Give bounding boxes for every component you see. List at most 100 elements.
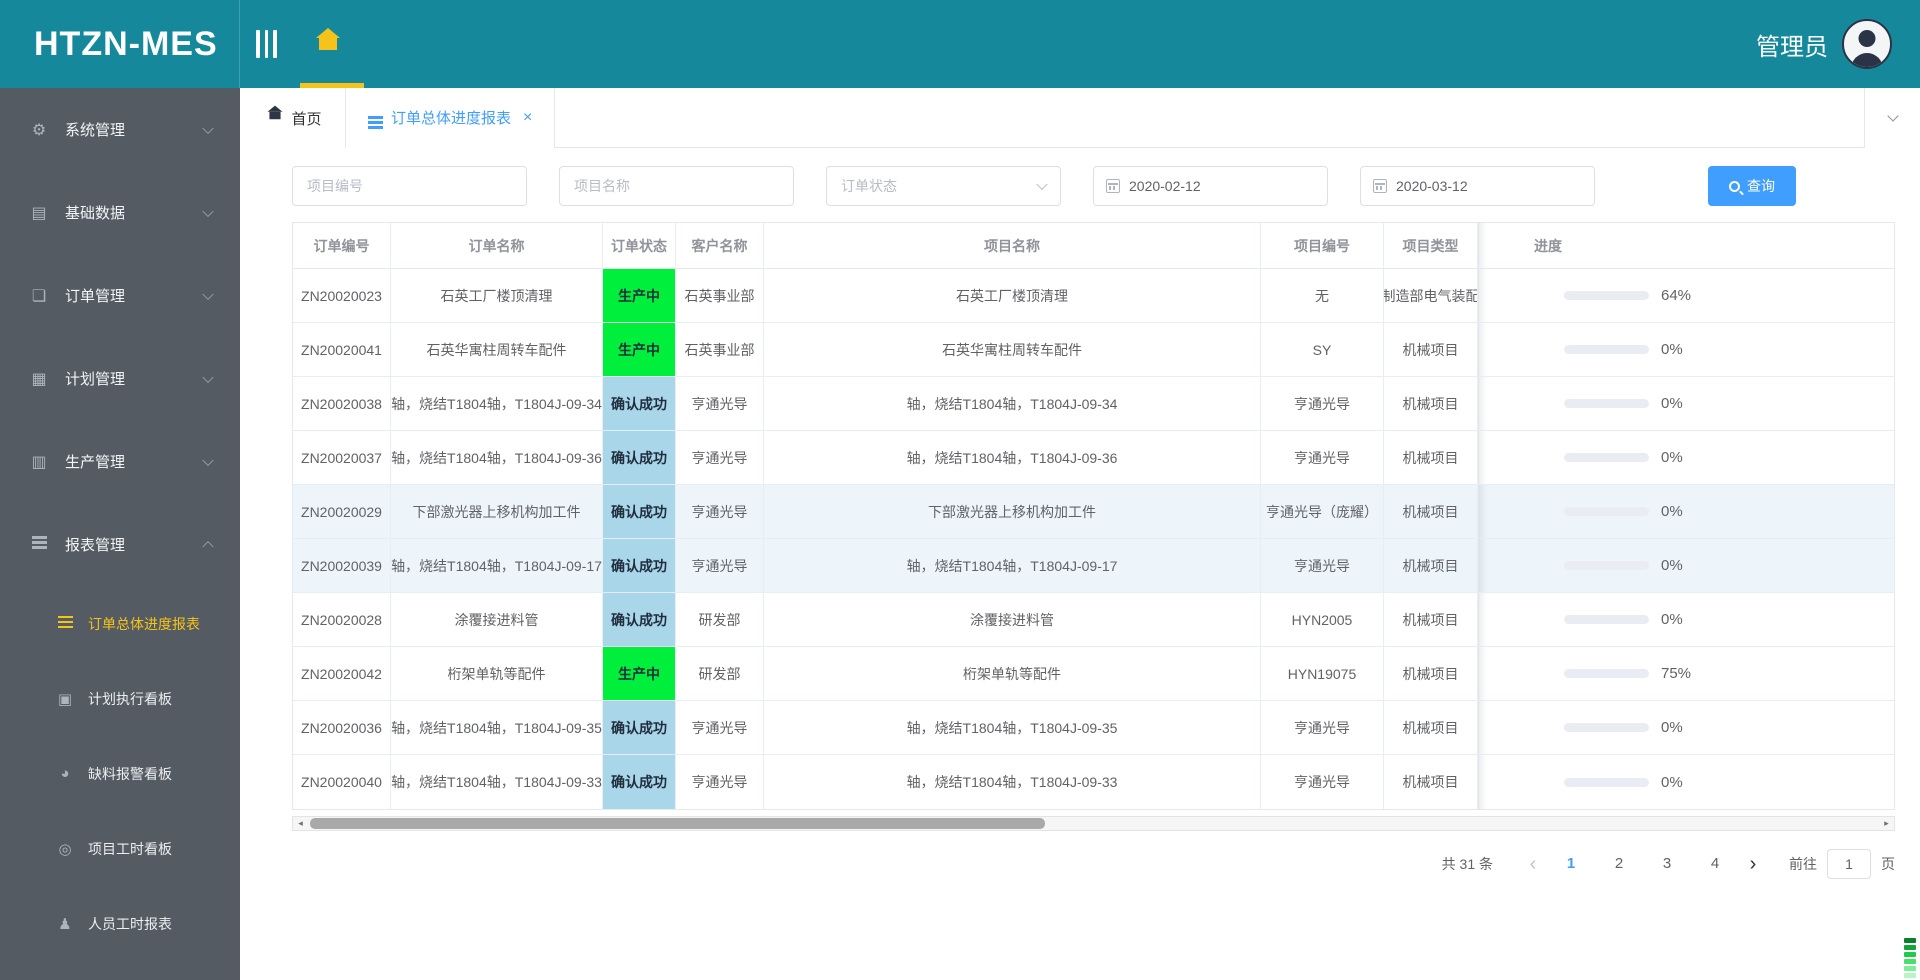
- sidebar-item-2[interactable]: ❏ 订单管理: [0, 254, 240, 337]
- scrollbar-thumb[interactable]: [310, 818, 1045, 829]
- column-header-0: 订单编号: [293, 223, 391, 268]
- page-number-3[interactable]: 3: [1649, 849, 1685, 879]
- progress-percent-label: 0%: [1661, 449, 1683, 466]
- table-row-8[interactable]: ZN20020036 轴，烧结T1804轴，T1804J-09-35 确认成功 亨通光…: [293, 701, 1894, 755]
- person-icon: ♟: [58, 915, 72, 933]
- table-row-9[interactable]: ZN20020040 轴，烧结T1804轴，T1804J-09-33 确认成功 亨通光…: [293, 755, 1894, 809]
- page-unit-label: 页: [1881, 856, 1895, 872]
- cell-customer: 研发部: [676, 593, 764, 646]
- goto-page-input[interactable]: [1827, 849, 1871, 879]
- cell-project_name: 轴，烧结T1804轴，T1804J-09-17: [764, 539, 1261, 592]
- sidebar-item-5[interactable]: 报表管理: [0, 503, 240, 586]
- sidebar-subitem-2[interactable]: ◕ 缺料报警看板: [0, 736, 240, 811]
- page-number-2[interactable]: 2: [1601, 849, 1637, 879]
- cell-project_no: 亨通光导: [1261, 755, 1384, 809]
- table-row-1[interactable]: ZN20020041 石英华寓柱周转车配件 生产中 石英事业部 石英华寓柱周转车配件 SY…: [293, 323, 1894, 377]
- sidebar-item-3[interactable]: ▦ 计划管理: [0, 337, 240, 420]
- sidebar-subitem-1[interactable]: ▣ 计划执行看板: [0, 661, 240, 736]
- table-row-2[interactable]: ZN20020038 轴，烧结T1804轴，T1804J-09-34 确认成功 亨通光…: [293, 377, 1894, 431]
- clock-icon: ◎: [58, 840, 72, 858]
- cell-project_name: 石英工厂楼顶清理: [764, 269, 1261, 322]
- cell-project_name: 轴，烧结T1804轴，T1804J-09-36: [764, 431, 1261, 484]
- gear-icon: ⚙: [31, 121, 47, 139]
- cell-project_name: 下部激光器上移机构加工件: [764, 485, 1261, 538]
- table-row-4[interactable]: ZN20020029 下部激光器上移机构加工件 确认成功 亨通光导 下部激光器上移机构加…: [293, 485, 1894, 539]
- status-badge: 生产中: [603, 323, 676, 376]
- cell-project_no: HYN2005: [1261, 593, 1384, 646]
- menu-bars-icon: [30, 536, 48, 554]
- scroll-right-arrow-icon[interactable]: ▸: [1879, 817, 1894, 830]
- column-header-6: 项目类型: [1384, 223, 1478, 268]
- project-name-input[interactable]: [559, 166, 794, 206]
- column-header-2: 订单状态: [603, 223, 676, 268]
- progress-bar: [1564, 723, 1649, 732]
- table-row-5[interactable]: ZN20020039 轴，烧结T1804轴，T1804J-09-17 确认成功 亨通光…: [293, 539, 1894, 593]
- sidebar-item-0[interactable]: ⚙ 系统管理: [0, 88, 240, 171]
- sidebar-collapse-icon[interactable]: [256, 30, 282, 58]
- level-meter-widget: [1904, 938, 1916, 978]
- progress-cell: 64%: [1478, 269, 1895, 322]
- cell-project_type: 机械项目: [1384, 539, 1478, 592]
- tab-list-dropdown-button[interactable]: [1864, 88, 1920, 148]
- table-row-0[interactable]: ZN20020023 石英工厂楼顶清理 生产中 石英事业部 石英工厂楼顶清理无制造部电气…: [293, 269, 1894, 323]
- sidebar-item-4[interactable]: ▥ 生产管理: [0, 420, 240, 503]
- progress-cell: 75%: [1478, 647, 1895, 700]
- order-status-select[interactable]: 订单状态: [826, 166, 1061, 206]
- chevron-down-icon: [202, 205, 214, 217]
- scroll-left-arrow-icon[interactable]: ◂: [293, 817, 308, 830]
- scrollbar-track[interactable]: [308, 817, 1879, 830]
- cell-customer: 亨通光导: [676, 485, 764, 538]
- progress-cell: 0%: [1478, 593, 1895, 646]
- tab-home[interactable]: 首页: [240, 88, 346, 148]
- pagination: 共 31 条 ‹ 1234 › 前往 页: [1442, 844, 1895, 884]
- page-number-1[interactable]: 1: [1553, 849, 1589, 879]
- table-row-6[interactable]: ZN20020028 涂覆接进料管 确认成功 研发部 涂覆接进料管 HYN2005 机械项目…: [293, 593, 1894, 647]
- cell-order_no: ZN20020039: [293, 539, 391, 592]
- home-icon: [316, 28, 340, 58]
- user-avatar[interactable]: [1842, 19, 1892, 69]
- sidebar-subitem-4[interactable]: ♟ 人员工时报表: [0, 886, 240, 961]
- progress-bar: [1564, 615, 1649, 624]
- sidebar-subitem-0[interactable]: 订单总体进度报表: [0, 586, 240, 661]
- page-number-4[interactable]: 4: [1697, 849, 1733, 879]
- table-horizontal-scrollbar[interactable]: ◂ ▸: [292, 816, 1895, 831]
- cell-order_no: ZN20020037: [293, 431, 391, 484]
- sidebar-subitem-3[interactable]: ◎ 项目工时看板: [0, 811, 240, 886]
- progress-percent-label: 0%: [1661, 719, 1683, 736]
- cell-customer: 石英事业部: [676, 323, 764, 376]
- pagination-pages: 1234: [1547, 849, 1739, 879]
- cell-customer: 亨通光导: [676, 431, 764, 484]
- date-from-value: 2020-02-12: [1129, 178, 1201, 194]
- status-badge: 确认成功: [603, 539, 676, 592]
- search-button[interactable]: 查询: [1708, 166, 1796, 206]
- cell-order_name: 轴，烧结T1804轴，T1804J-09-33: [391, 755, 603, 809]
- sidebar-item-1[interactable]: ▤ 基础数据: [0, 171, 240, 254]
- cell-customer: 研发部: [676, 647, 764, 700]
- app-logo-text: HTZN-MES: [34, 24, 218, 63]
- chevron-down-icon: [1886, 110, 1899, 122]
- search-icon: [1729, 180, 1740, 192]
- cell-project_type: 机械项目: [1384, 431, 1478, 484]
- cell-customer: 亨通光导: [676, 701, 764, 754]
- sidebar-subitem-label: 人员工时报表: [88, 915, 172, 932]
- column-header-3: 客户名称: [676, 223, 764, 268]
- pagination-next-button[interactable]: ›: [1739, 853, 1767, 876]
- progress-percent-label: 75%: [1661, 665, 1692, 682]
- progress-percent-label: 64%: [1661, 287, 1692, 304]
- project-no-input[interactable]: [292, 166, 527, 206]
- table-row-7[interactable]: ZN20020042 桁架单轨等配件 生产中 研发部 桁架单轨等配件 HYN19075 机械…: [293, 647, 1894, 701]
- tab-close-icon[interactable]: ×: [523, 109, 532, 127]
- cell-project_name: 轴，烧结T1804轴，T1804J-09-34: [764, 377, 1261, 430]
- table-header-row: 订单编号 订单名称 订单状态 客户名称 项目名称 项目编号 项目类型 进度: [293, 223, 1894, 269]
- table-row-3[interactable]: ZN20020037 轴，烧结T1804轴，T1804J-09-36 确认成功 亨通光…: [293, 431, 1894, 485]
- header-home-button[interactable]: [316, 28, 350, 58]
- date-to-picker[interactable]: 2020-03-12: [1360, 166, 1595, 206]
- cell-project_type: 制造部电气装配: [1384, 269, 1478, 322]
- progress-percent-label: 0%: [1661, 773, 1683, 791]
- date-from-picker[interactable]: 2020-02-12: [1093, 166, 1328, 206]
- tab-order-progress-report[interactable]: 订单总体进度报表 ×: [346, 88, 556, 148]
- cell-project_no: SY: [1261, 323, 1384, 376]
- pagination-prev-button[interactable]: ‹: [1519, 853, 1547, 876]
- cell-order_name: 轴，烧结T1804轴，T1804J-09-35: [391, 701, 603, 754]
- status-badge: 生产中: [603, 647, 676, 700]
